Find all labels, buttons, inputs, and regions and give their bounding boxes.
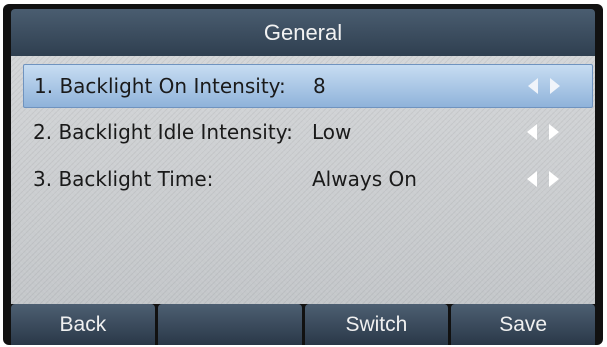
setting-row-backlight-idle-intensity[interactable]: 2. Backlight Idle Intensity: Low bbox=[23, 111, 591, 153]
setting-value: Low bbox=[312, 120, 352, 144]
softkey-bar: Back Switch Save bbox=[11, 304, 595, 345]
value-arrows bbox=[528, 78, 560, 94]
back-softkey[interactable]: Back bbox=[11, 304, 155, 345]
setting-value: 8 bbox=[313, 74, 326, 98]
right-arrow-icon[interactable] bbox=[549, 171, 559, 187]
setting-value: Always On bbox=[312, 167, 417, 191]
save-softkey[interactable]: Save bbox=[451, 304, 595, 345]
left-arrow-icon[interactable] bbox=[528, 78, 538, 94]
right-arrow-icon[interactable] bbox=[550, 78, 560, 94]
setting-label: 1. Backlight On Intensity: bbox=[34, 74, 286, 98]
switch-softkey[interactable]: Switch bbox=[304, 304, 449, 345]
page-title: General bbox=[11, 9, 595, 56]
left-arrow-icon[interactable] bbox=[527, 124, 537, 140]
setting-label: 2. Backlight Idle Intensity: bbox=[33, 120, 293, 144]
value-arrows bbox=[527, 124, 559, 140]
right-arrow-icon[interactable] bbox=[549, 124, 559, 140]
value-arrows bbox=[527, 171, 559, 187]
empty-softkey[interactable] bbox=[157, 304, 302, 345]
setting-row-backlight-time[interactable]: 3. Backlight Time: Always On bbox=[23, 158, 591, 200]
settings-list: 1. Backlight On Intensity: 8 2. Backligh… bbox=[11, 56, 595, 304]
left-arrow-icon[interactable] bbox=[527, 171, 537, 187]
setting-label: 3. Backlight Time: bbox=[33, 167, 214, 191]
phone-screen: General 1. Backlight On Intensity: 8 2. … bbox=[3, 4, 603, 345]
setting-row-backlight-on-intensity[interactable]: 1. Backlight On Intensity: 8 bbox=[23, 64, 593, 108]
